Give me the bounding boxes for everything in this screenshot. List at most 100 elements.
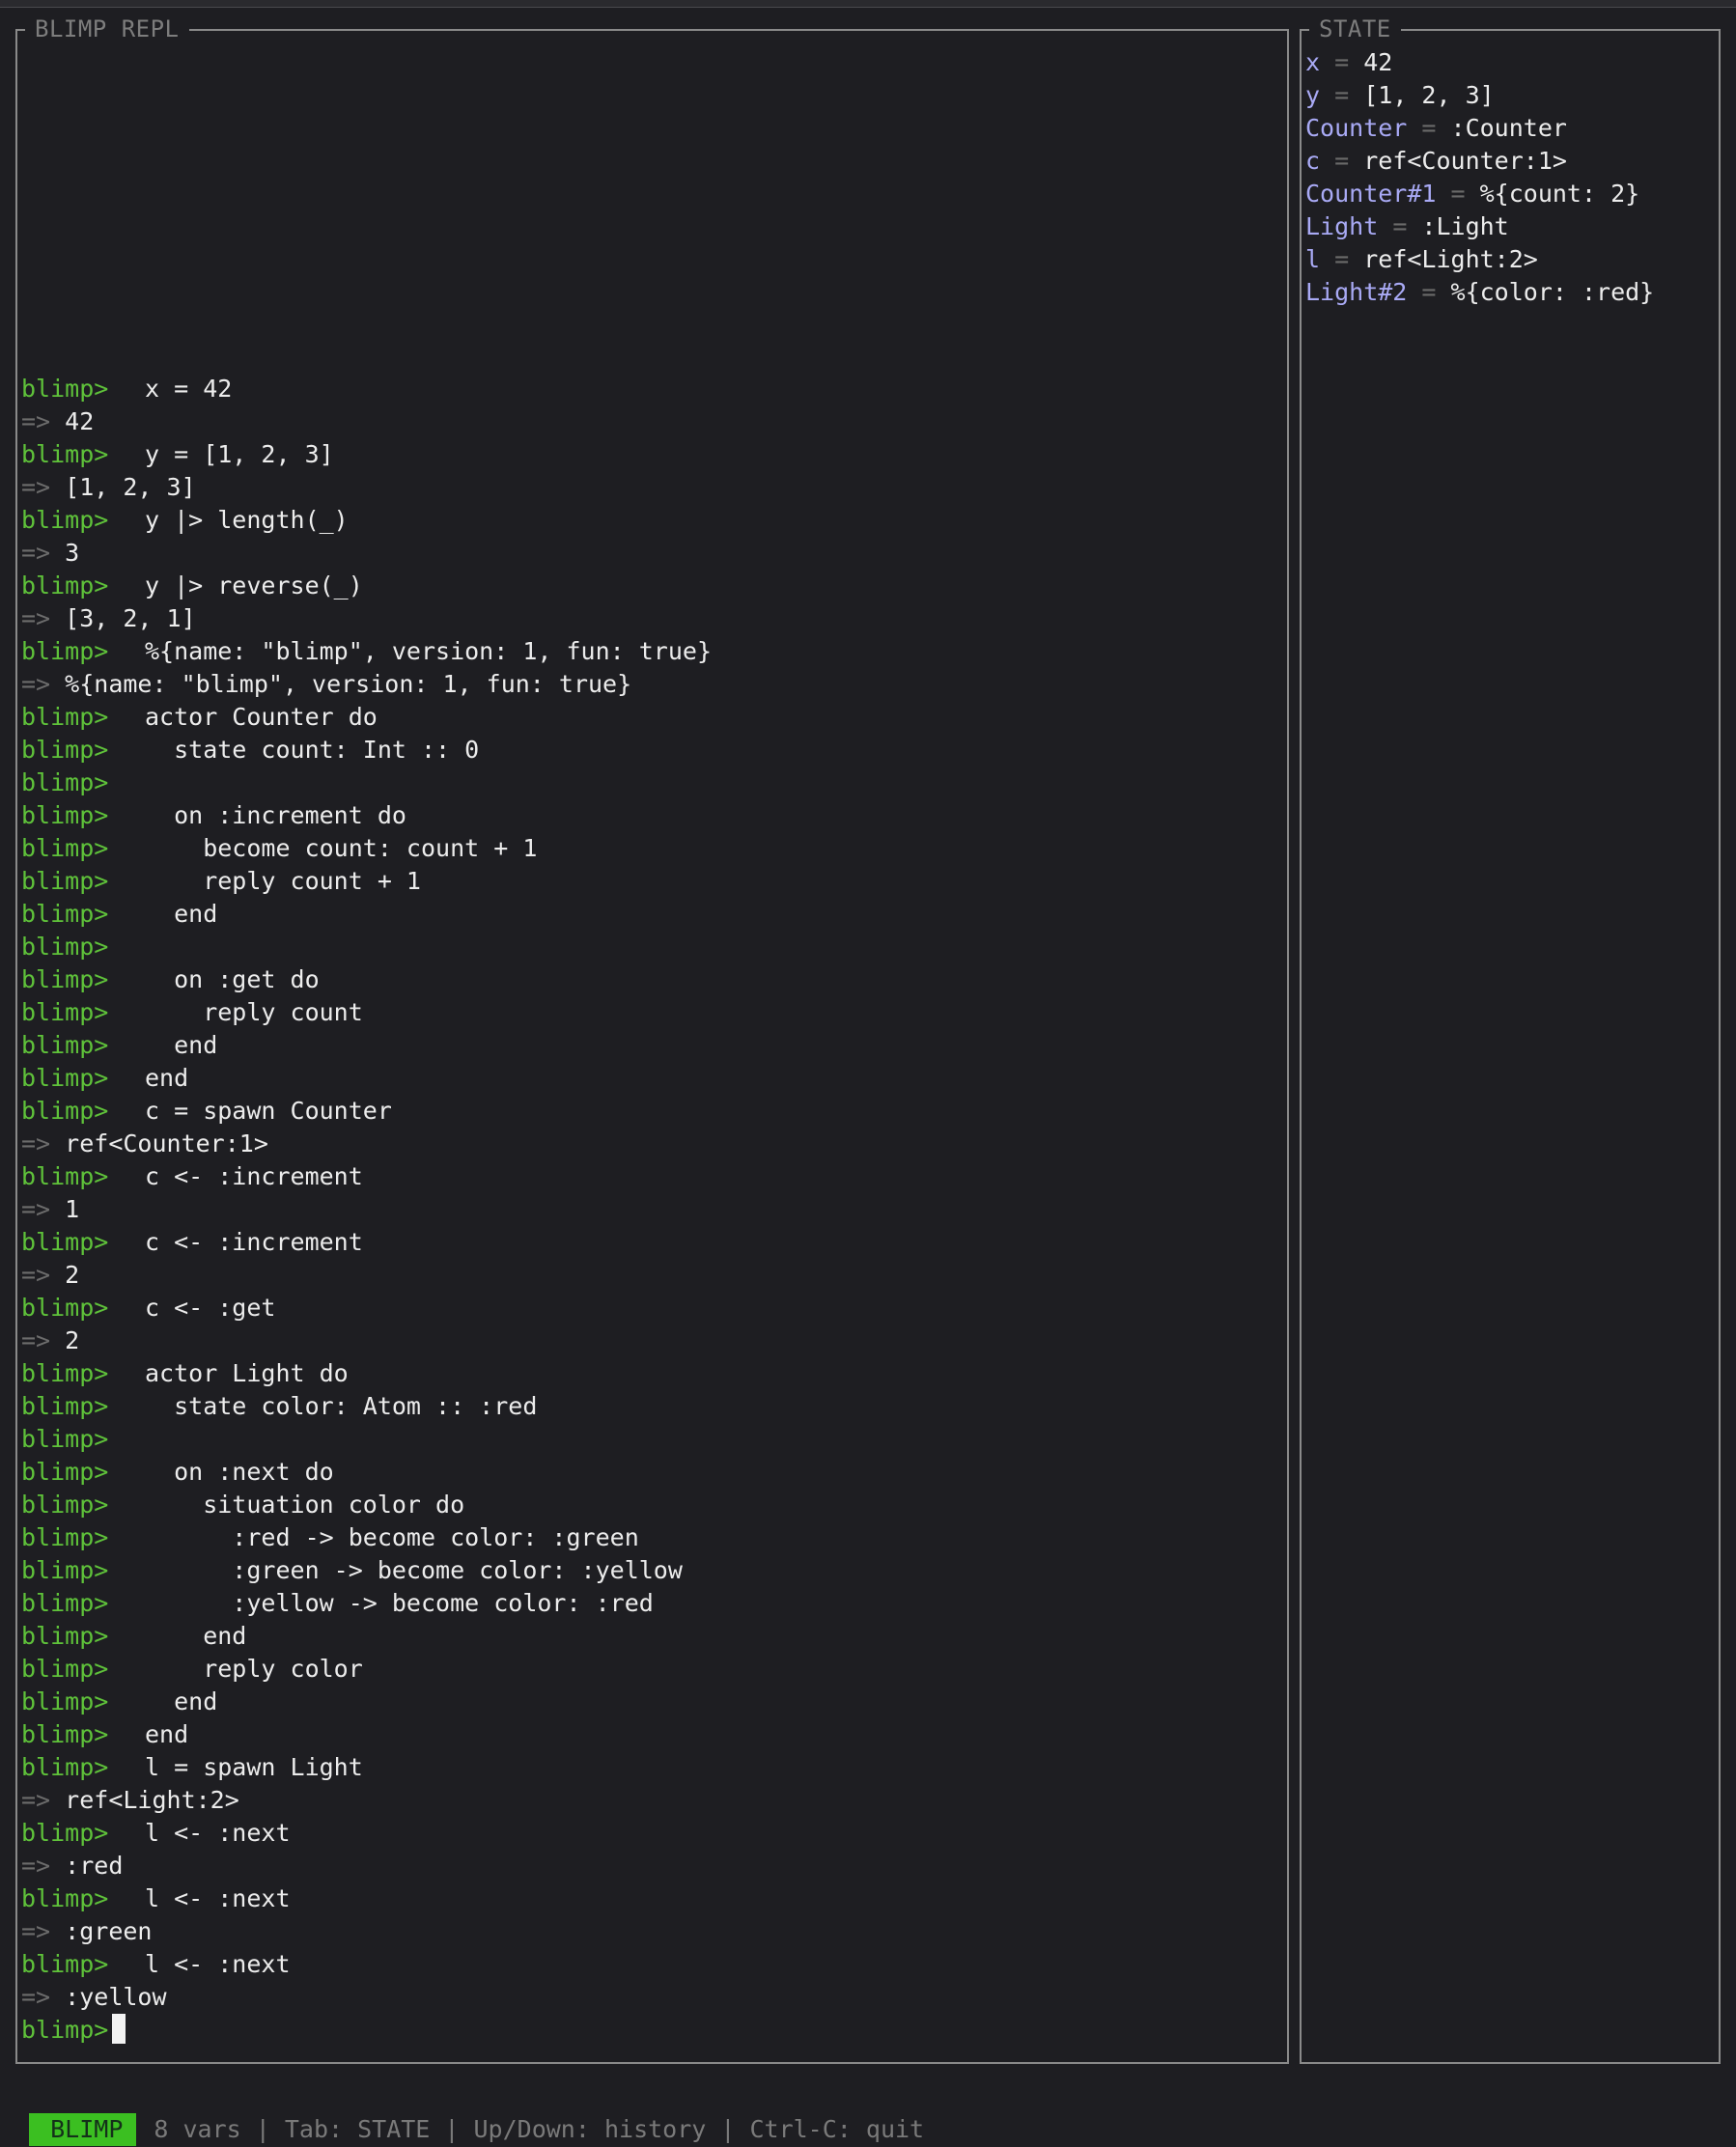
- repl-input-echo: blimp>: [21, 931, 1283, 963]
- repl-input-echo: blimp> :red -> become color: :green: [21, 1521, 1283, 1554]
- repl-code: state count: Int :: 0: [145, 736, 480, 764]
- repl-code: x = 42: [145, 375, 233, 403]
- repl-result: => 2: [21, 1259, 1283, 1292]
- repl-input-echo: blimp> l <- :next: [21, 1817, 1283, 1850]
- result-marker: =>: [21, 473, 51, 501]
- repl-input-echo: blimp> l <- :next: [21, 1882, 1283, 1915]
- repl-input-echo: blimp> c <- :increment: [21, 1160, 1283, 1193]
- repl-code: l <- :next: [145, 1819, 291, 1847]
- state-var-row: Counter#1 = %{count: 2}: [1305, 178, 1715, 210]
- repl-code: on :increment do: [145, 801, 406, 829]
- repl-input-echo: blimp> l <- :next: [21, 1948, 1283, 1981]
- status-hints: 8 vars | Tab: STATE | Up/Down: history |…: [154, 2115, 925, 2143]
- repl-input-echo: blimp> end: [21, 898, 1283, 931]
- var-name: c: [1305, 147, 1321, 175]
- result-marker: =>: [21, 1129, 51, 1157]
- result-marker: =>: [21, 604, 51, 632]
- repl-prompt: blimp>: [21, 1491, 109, 1519]
- repl-input-echo: blimp> %{name: "blimp", version: 1, fun: …: [21, 635, 1283, 668]
- repl-input-echo: blimp> c <- :increment: [21, 1226, 1283, 1259]
- text-cursor[interactable]: [112, 2014, 126, 2044]
- repl-code: l = spawn Light: [145, 1753, 363, 1781]
- repl-prompt: blimp>: [21, 1622, 109, 1650]
- result-marker: =>: [21, 670, 51, 698]
- repl-input-echo: blimp> x = 42: [21, 373, 1283, 405]
- repl-code: become count: count + 1: [145, 834, 538, 862]
- mode-badge: BLIMP: [29, 2113, 137, 2146]
- repl-code: y |> length(_): [145, 506, 349, 534]
- repl-prompt: blimp>: [21, 2016, 109, 2044]
- result-value: ref<Counter:1>: [50, 1129, 268, 1157]
- repl-input-echo: blimp> on :increment do: [21, 799, 1283, 832]
- repl-code: c <- :increment: [145, 1162, 363, 1190]
- var-value: %{count: 2}: [1479, 180, 1640, 208]
- repl-code: :yellow -> become color: :red: [145, 1589, 654, 1617]
- repl-prompt: blimp>: [21, 1556, 109, 1584]
- result-marker: =>: [21, 1852, 51, 1880]
- repl-code: :green -> become color: :yellow: [145, 1556, 683, 1584]
- repl-result: => 42: [21, 405, 1283, 438]
- var-value: ref<Light:2>: [1363, 245, 1538, 273]
- repl-prompt: blimp>: [21, 1655, 109, 1683]
- repl-prompt: blimp>: [21, 1031, 109, 1059]
- repl-result: => ref<Light:2>: [21, 1784, 1283, 1817]
- repl-result: => :yellow: [21, 1981, 1283, 2014]
- repl-result: => 2: [21, 1324, 1283, 1357]
- repl-prompt: blimp>: [21, 1097, 109, 1125]
- repl-prompt: blimp>: [21, 1589, 109, 1617]
- repl-input-line[interactable]: blimp>: [21, 2014, 1283, 2047]
- repl-code: on :get do: [145, 965, 320, 993]
- result-marker: =>: [21, 1326, 51, 1354]
- repl-prompt: blimp>: [21, 867, 109, 895]
- var-name: Light: [1305, 212, 1379, 240]
- repl-input-echo: blimp> actor Counter do: [21, 701, 1283, 734]
- repl-prompt: blimp>: [21, 736, 109, 764]
- repl-prompt: blimp>: [21, 1884, 109, 1912]
- result-marker: =>: [21, 1983, 51, 2011]
- repl-input-echo: blimp> situation color do: [21, 1489, 1283, 1521]
- repl-input-echo: blimp> on :next do: [21, 1456, 1283, 1489]
- repl-input-echo: blimp> y = [1, 2, 3]: [21, 438, 1283, 471]
- equals-sign: =: [1320, 48, 1364, 76]
- repl-code: end: [145, 1031, 218, 1059]
- repl-code: l <- :next: [145, 1950, 291, 1978]
- repl-prompt: blimp>: [21, 1950, 109, 1978]
- state-var-row: x = 42: [1305, 46, 1715, 79]
- repl-input-echo: blimp> end: [21, 1029, 1283, 1062]
- result-value: :yellow: [50, 1983, 167, 2011]
- state-panel[interactable]: STATE x = 42 y = [1, 2, 3] Counter = :Coun…: [1300, 14, 1721, 2064]
- equals-sign: =: [1320, 245, 1364, 273]
- repl-result: => [3, 2, 1]: [21, 602, 1283, 635]
- repl-prompt: blimp>: [21, 1523, 109, 1551]
- repl-input-echo: blimp> end: [21, 1686, 1283, 1718]
- repl-panel[interactable]: BLIMP REPL blimp> x = 42 => 42 blimp> y = [1…: [15, 14, 1289, 2064]
- var-name: Counter: [1305, 114, 1408, 142]
- result-value: [3, 2, 1]: [50, 604, 196, 632]
- equals-sign: =: [1407, 114, 1451, 142]
- repl-prompt: blimp>: [21, 1687, 109, 1715]
- repl-input-echo: blimp> on :get do: [21, 963, 1283, 996]
- state-var-row: Light = :Light: [1305, 210, 1715, 243]
- repl-input-echo: blimp> y |> reverse(_): [21, 570, 1283, 602]
- repl-code: :red -> become color: :green: [145, 1523, 639, 1551]
- repl-code: c = spawn Counter: [145, 1097, 392, 1125]
- repl-prompt: blimp>: [21, 703, 109, 731]
- repl-result: => ref<Counter:1>: [21, 1128, 1283, 1160]
- repl-prompt: blimp>: [21, 1162, 109, 1190]
- repl-code: end: [145, 1687, 218, 1715]
- repl-code: end: [145, 1720, 189, 1748]
- repl-input-echo: blimp> reply count + 1: [21, 865, 1283, 898]
- repl-code: l <- :next: [145, 1884, 291, 1912]
- repl-result: => [1, 2, 3]: [21, 471, 1283, 504]
- state-var-row: Light#2 = %{color: :red}: [1305, 276, 1715, 309]
- repl-input-echo: blimp> become count: count + 1: [21, 832, 1283, 865]
- repl-code: state color: Atom :: :red: [145, 1392, 538, 1420]
- repl-input-echo: blimp> end: [21, 1718, 1283, 1751]
- repl-input-echo: blimp> :yellow -> become color: :red: [21, 1587, 1283, 1620]
- var-value: :Light: [1421, 212, 1509, 240]
- repl-input-echo: blimp> y |> length(_): [21, 504, 1283, 537]
- var-value: ref<Counter:1>: [1363, 147, 1567, 175]
- repl-prompt: blimp>: [21, 1294, 109, 1322]
- state-panel-title: STATE: [1309, 14, 1401, 43]
- repl-input-echo: blimp> c = spawn Counter: [21, 1095, 1283, 1128]
